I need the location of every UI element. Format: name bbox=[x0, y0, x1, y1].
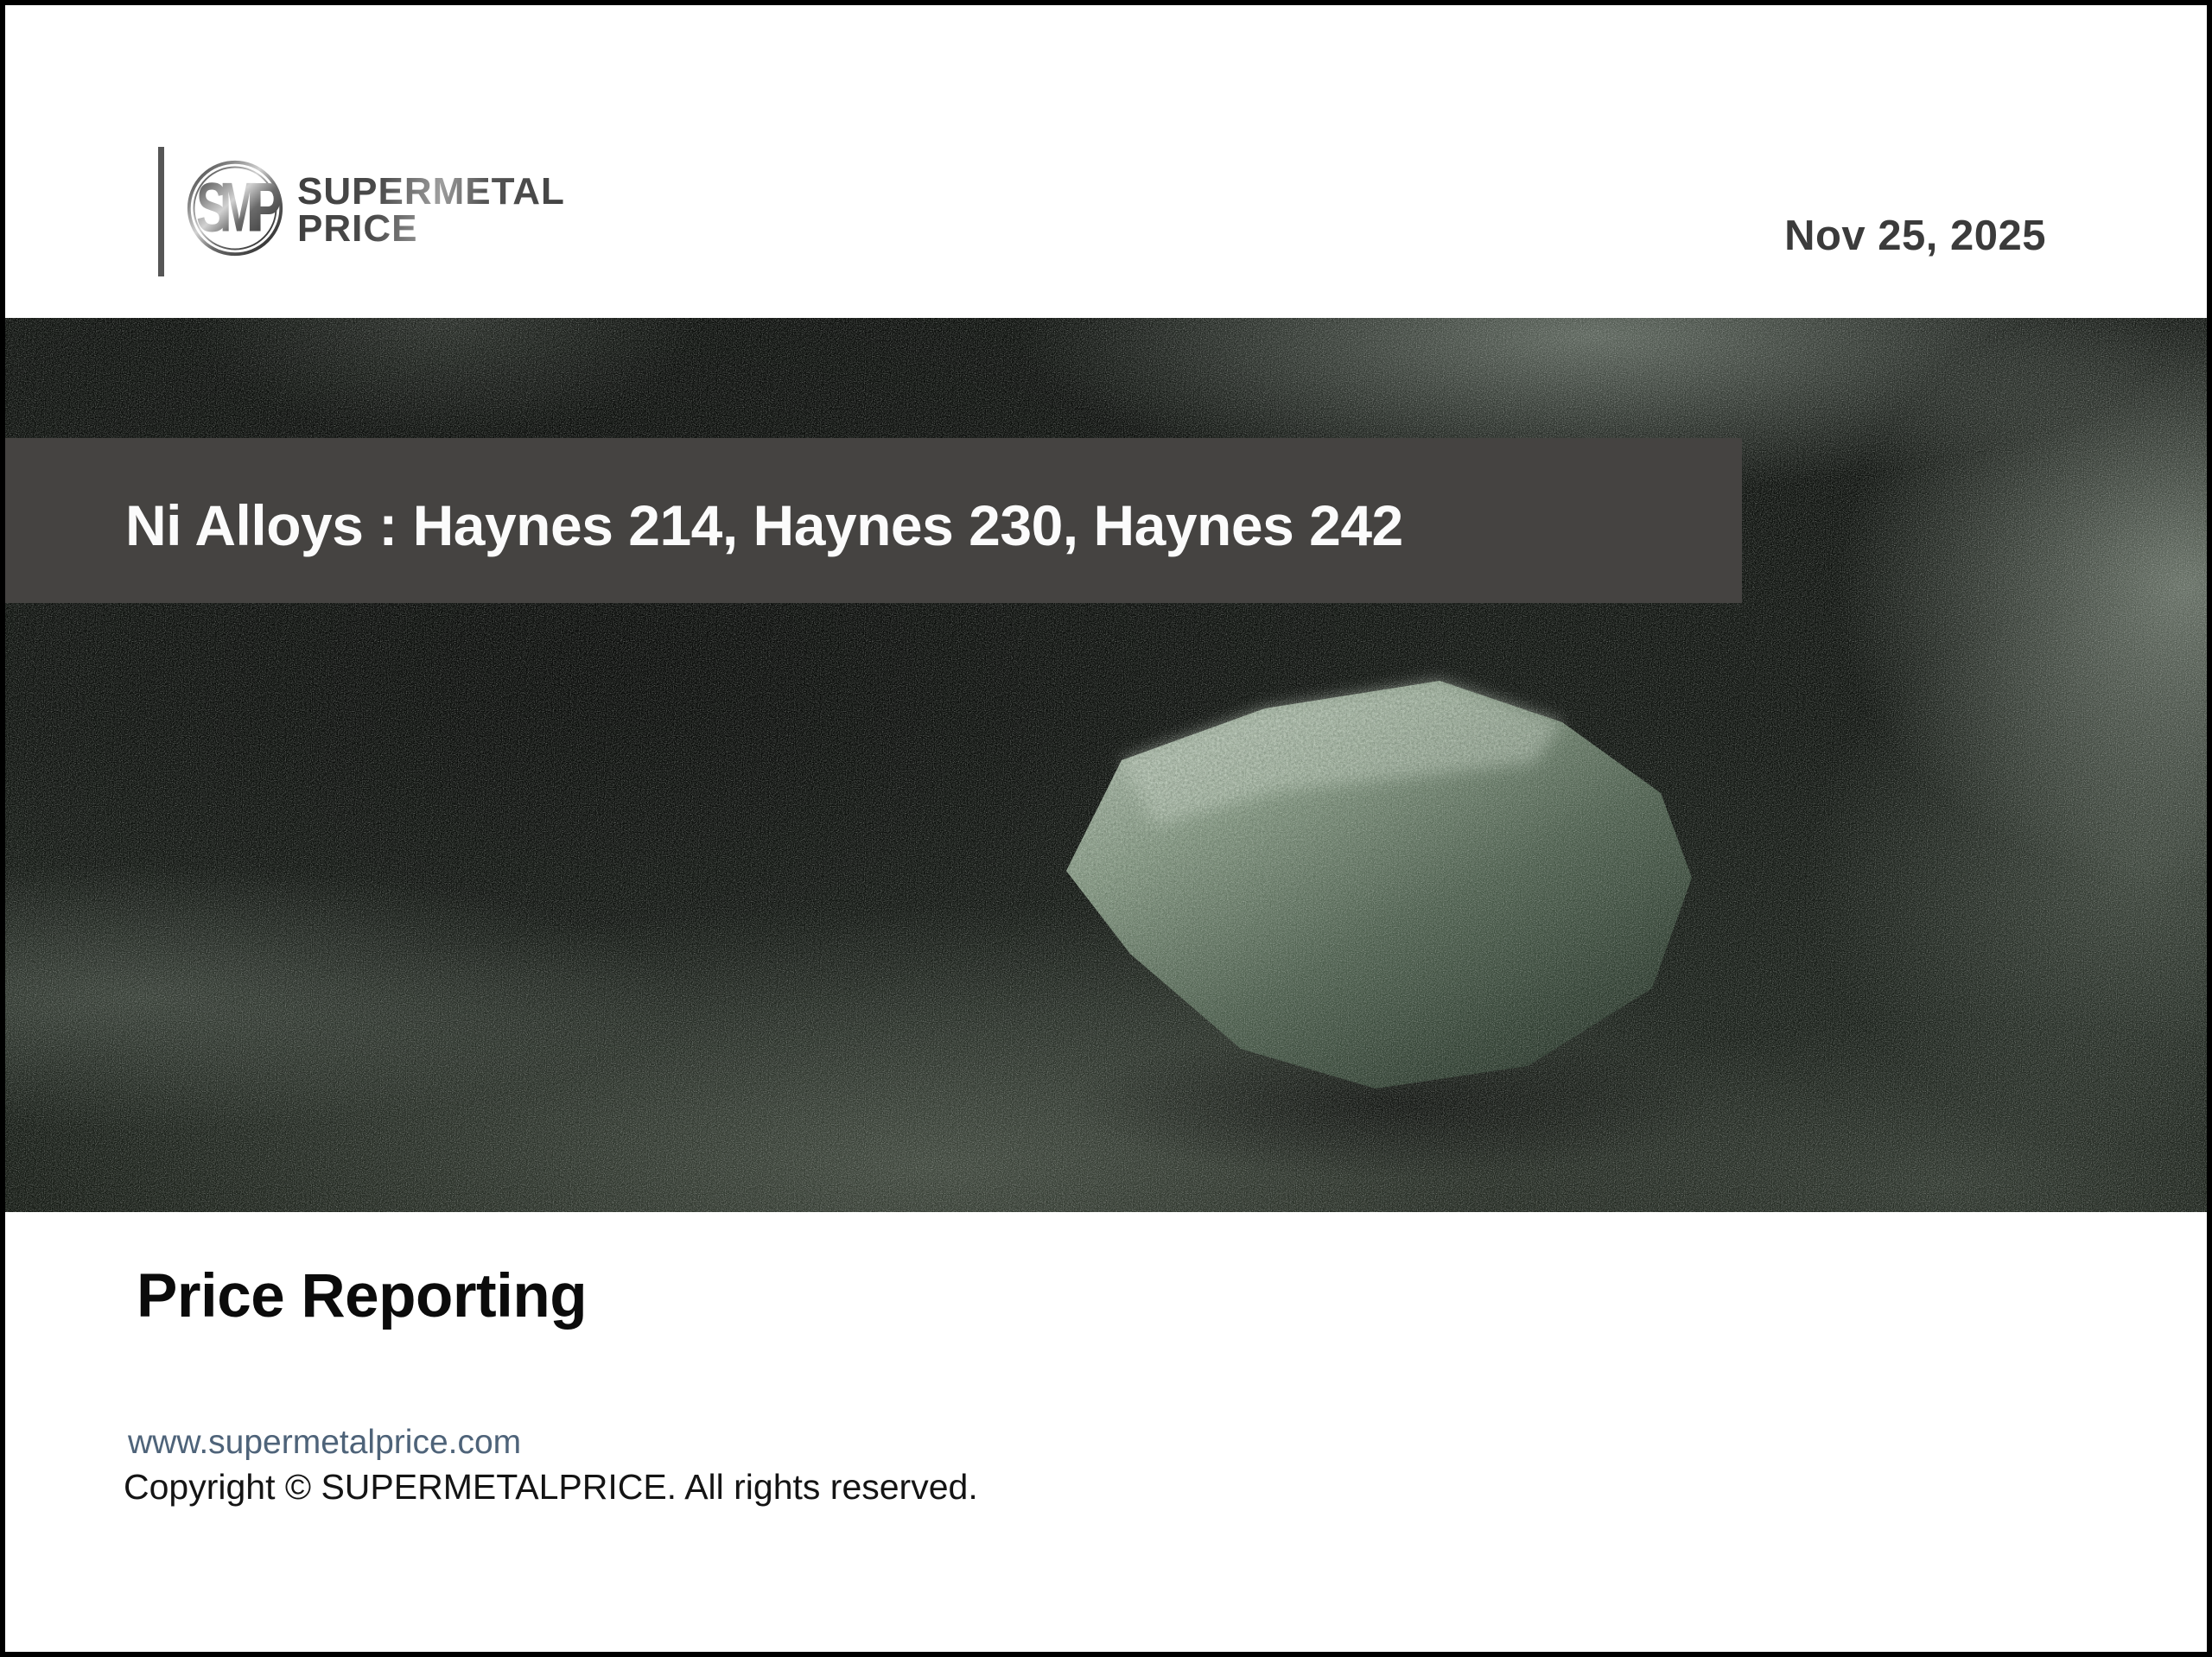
brand-wordmark: SUPERMETAL PRICE bbox=[297, 173, 565, 247]
logo-accent-bar bbox=[158, 147, 164, 276]
website-link[interactable]: www.supermetalprice.com bbox=[128, 1423, 521, 1463]
smp-logo-icon: SMP bbox=[187, 160, 284, 257]
page-title: Ni Alloys : Haynes 214, Haynes 230, Hayn… bbox=[125, 492, 1403, 557]
brand-wordmark-line1: SUPERMETAL bbox=[297, 170, 565, 213]
title-banner: Ni Alloys : Haynes 214, Haynes 230, Hayn… bbox=[5, 438, 1742, 603]
brand-wordmark-line2: PRICE bbox=[297, 207, 418, 250]
report-date: Nov 25, 2025 bbox=[1784, 213, 2046, 259]
logo-monogram-text: SMP bbox=[196, 168, 281, 246]
section-heading: Price Reporting bbox=[137, 1262, 588, 1330]
copyright-text: Copyright © SUPERMETALPRICE. All rights … bbox=[124, 1467, 978, 1507]
